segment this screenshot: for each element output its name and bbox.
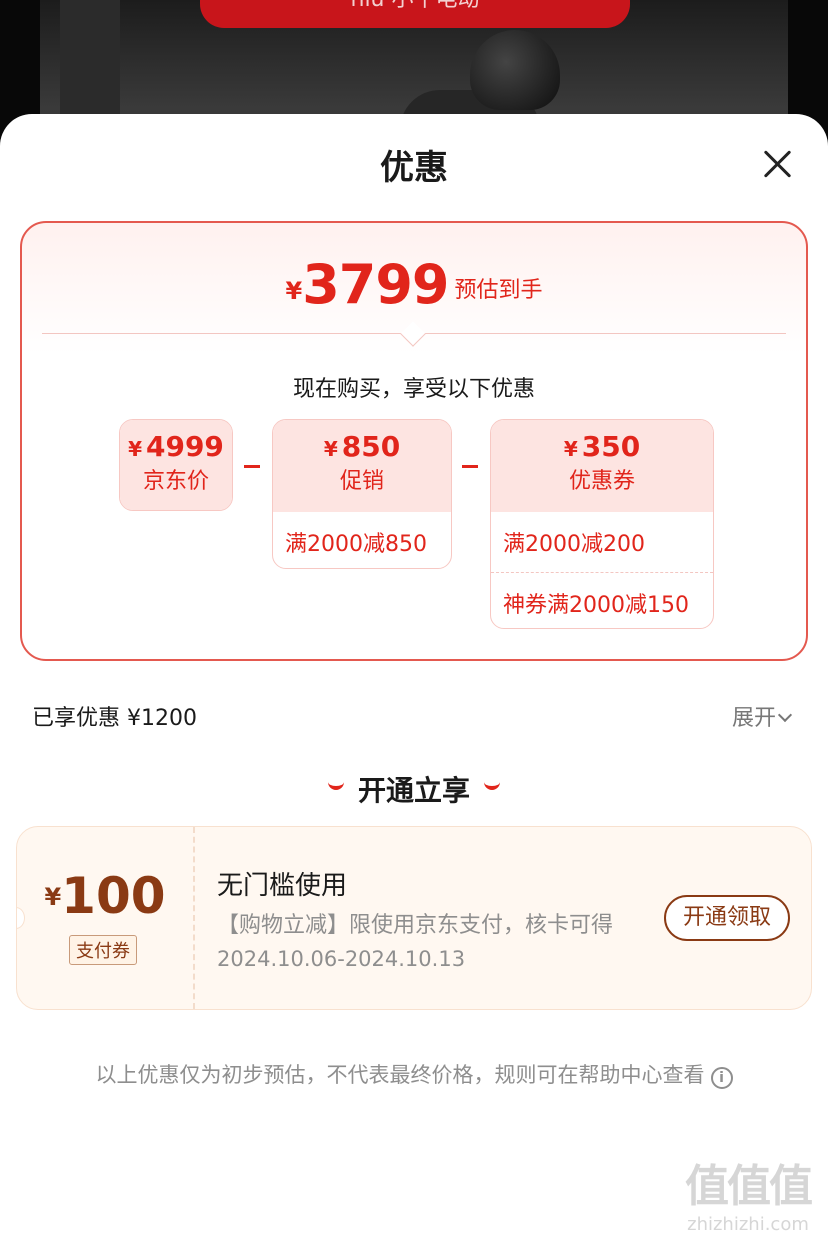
open-section-label: 开通立享 — [357, 774, 470, 807]
estimated-price-value: 3799 — [302, 253, 449, 316]
brand-banner: niu 小牛电动 — [200, 0, 630, 28]
coupon-validity: 2024.10.06-2024.10.13 — [217, 947, 466, 971]
disclaimer: 以上优惠仅为初步预估，不代表最终价格，规则可在帮助中心查看 i — [0, 1059, 828, 1089]
currency-symbol: ¥ — [563, 437, 578, 461]
price-estimate-card: ¥3799 预估到手 现在购买，享受以下优惠 ¥4999 京东价 ¥850 促销 … — [20, 221, 808, 661]
coupon-amount: 350 — [581, 430, 641, 463]
coupon-rule: 神券满2000减150 — [491, 572, 713, 628]
site-watermark: 值值值 zhizhizhi.com — [678, 1150, 818, 1235]
activate-claim-button[interactable]: 开通领取 — [664, 895, 790, 941]
promo-rule: 满2000减850 — [285, 532, 427, 557]
disclaimer-text: 以上优惠仅为初步预估，不代表最终价格，规则可在帮助中心查看 — [95, 1063, 705, 1087]
coupon-rule: 满2000减200 — [503, 532, 645, 557]
minus-sign — [244, 465, 260, 468]
coupon-value-area: ¥100 支付券 — [17, 827, 193, 1009]
sheet-title: 优惠 — [380, 148, 448, 188]
estimated-price: ¥3799 预估到手 — [22, 253, 806, 316]
coupon-label: 优惠券 — [568, 469, 635, 494]
divider-notch — [400, 321, 426, 347]
jd-price-amount: 4999 — [145, 430, 224, 463]
coupon-type-badge: 支付券 — [69, 935, 137, 965]
minus-sign — [462, 465, 478, 468]
close-icon[interactable] — [762, 148, 794, 180]
expand-label: 展开 — [732, 706, 777, 731]
promo-label: 促销 — [339, 469, 384, 494]
promo-box: ¥850 促销 满2000减850 — [272, 419, 452, 569]
used-discount-total: 已享优惠 ¥1200 — [32, 706, 197, 731]
currency-symbol: ¥ — [128, 437, 142, 461]
coupon-separator — [193, 827, 195, 1009]
chevron-down-icon — [777, 707, 793, 723]
watermark-url: zhizhizhi.com — [687, 1214, 809, 1235]
info-icon[interactable]: i — [710, 1067, 733, 1089]
currency-symbol: ¥ — [285, 277, 303, 305]
jd-price-box: ¥4999 京东价 — [119, 419, 233, 511]
coupon-value-amount: 100 — [61, 867, 166, 925]
currency-symbol: ¥ — [44, 883, 62, 911]
discount-sheet: 优惠 ¥3799 预估到手 现在购买，享受以下优惠 ¥4999 京东价 ¥850 … — [0, 114, 828, 1239]
expand-button[interactable]: 展开 — [732, 700, 793, 732]
coupon-value: ¥100 — [17, 867, 193, 925]
coupon-title: 无门槛使用 — [217, 871, 348, 901]
jd-price-label: 京东价 — [142, 469, 209, 494]
estimated-price-label: 预估到手 — [454, 278, 543, 303]
pay-coupon-card: ¥100 支付券 无门槛使用 【购物立减】限使用京东支付，核卡可得 2024.1… — [16, 826, 812, 1010]
discount-subtitle: 现在购买，享受以下优惠 — [292, 377, 535, 402]
coupon-description: 【购物立减】限使用京东支付，核卡可得 — [217, 913, 614, 938]
smile-decoration-icon — [327, 782, 344, 790]
promo-amount: 850 — [341, 430, 401, 463]
smile-decoration-icon — [484, 782, 500, 790]
coupon-box: ¥350 优惠券 满2000减200 神券满2000减150 — [490, 419, 714, 629]
open-section-title: 开通立享 — [0, 769, 828, 809]
watermark-logo: 值值值 — [685, 1161, 813, 1212]
currency-symbol: ¥ — [323, 437, 338, 461]
bg-helmet — [470, 30, 560, 110]
